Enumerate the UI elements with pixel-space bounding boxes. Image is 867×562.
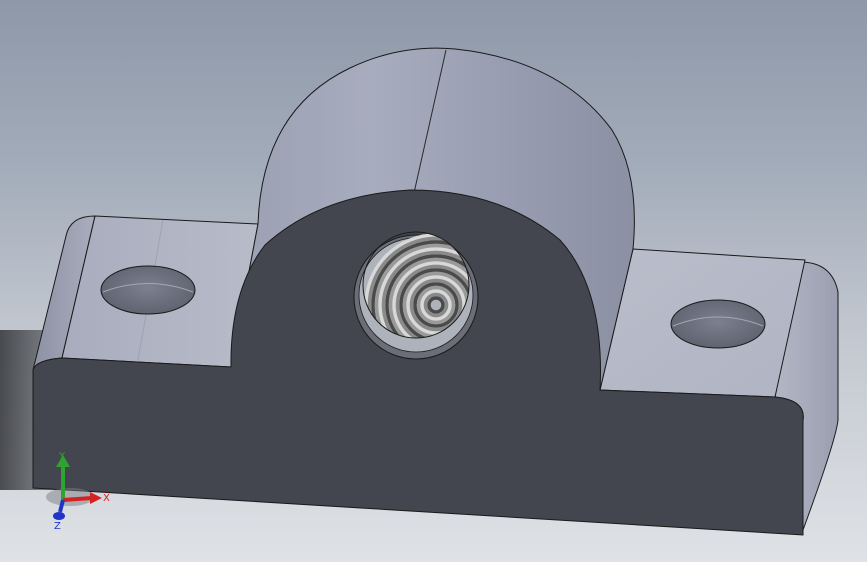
reference-triad[interactable]: Y X Z — [40, 445, 120, 530]
x-axis-label: X — [103, 493, 110, 504]
3d-model-view[interactable] — [0, 0, 867, 562]
z-axis-label: Z — [54, 521, 61, 530]
mounting-hole-right — [670, 299, 766, 349]
mounting-hole-left — [100, 265, 196, 315]
graphics-viewport[interactable]: Y X Z — [0, 0, 867, 562]
y-axis-label: Y — [58, 451, 66, 462]
